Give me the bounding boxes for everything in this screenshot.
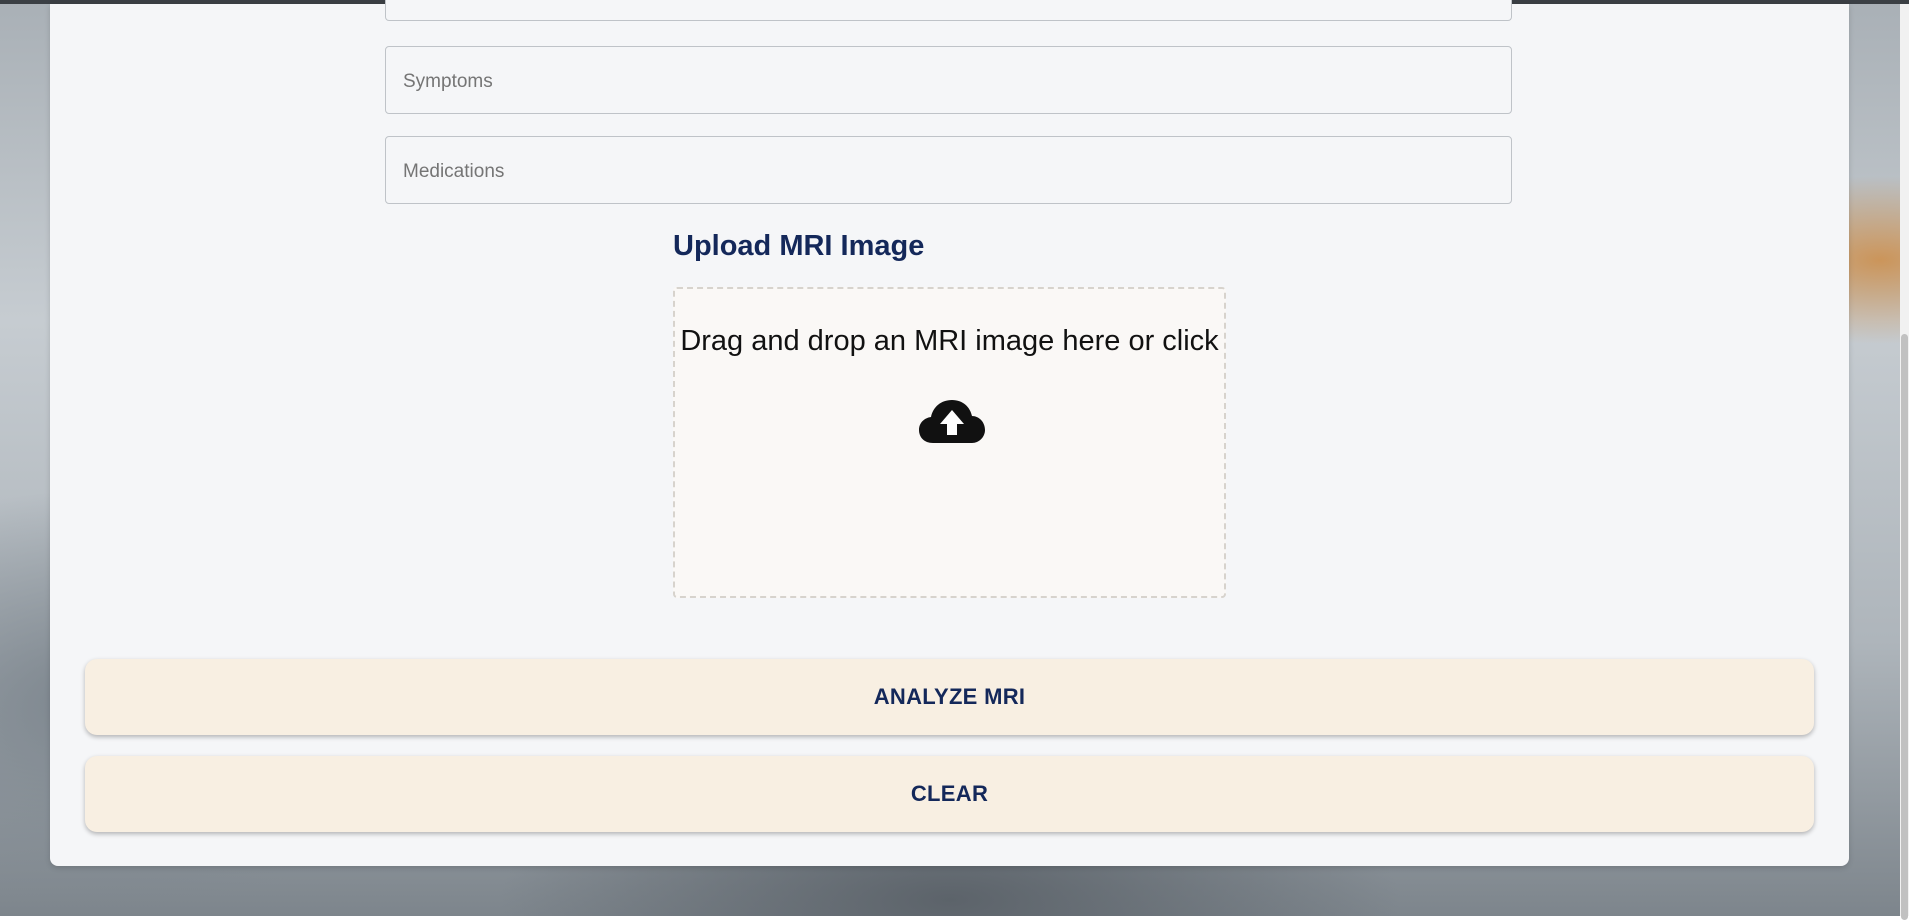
medications-field[interactable]: Medications [385, 136, 1512, 204]
previous-field-partial[interactable] [385, 0, 1512, 21]
cloud-upload-icon [919, 400, 985, 443]
upload-title: Upload MRI Image [673, 230, 925, 262]
mri-dropzone[interactable]: Drag and drop an MRI image here or click [673, 287, 1226, 598]
symptoms-placeholder: Symptoms [403, 71, 493, 92]
clear-button[interactable]: CLEAR [85, 756, 1814, 832]
analyze-mri-button[interactable]: ANALYZE MRI [85, 659, 1814, 735]
form-card: Symptoms Medications Upload MRI Image Dr… [50, 0, 1849, 866]
medications-placeholder: Medications [403, 161, 505, 182]
scrollbar-thumb[interactable] [1901, 334, 1908, 920]
symptoms-field[interactable]: Symptoms [385, 46, 1512, 114]
dropzone-text: Drag and drop an MRI image here or click [680, 325, 1219, 357]
scrollbar-track[interactable] [1900, 4, 1909, 920]
